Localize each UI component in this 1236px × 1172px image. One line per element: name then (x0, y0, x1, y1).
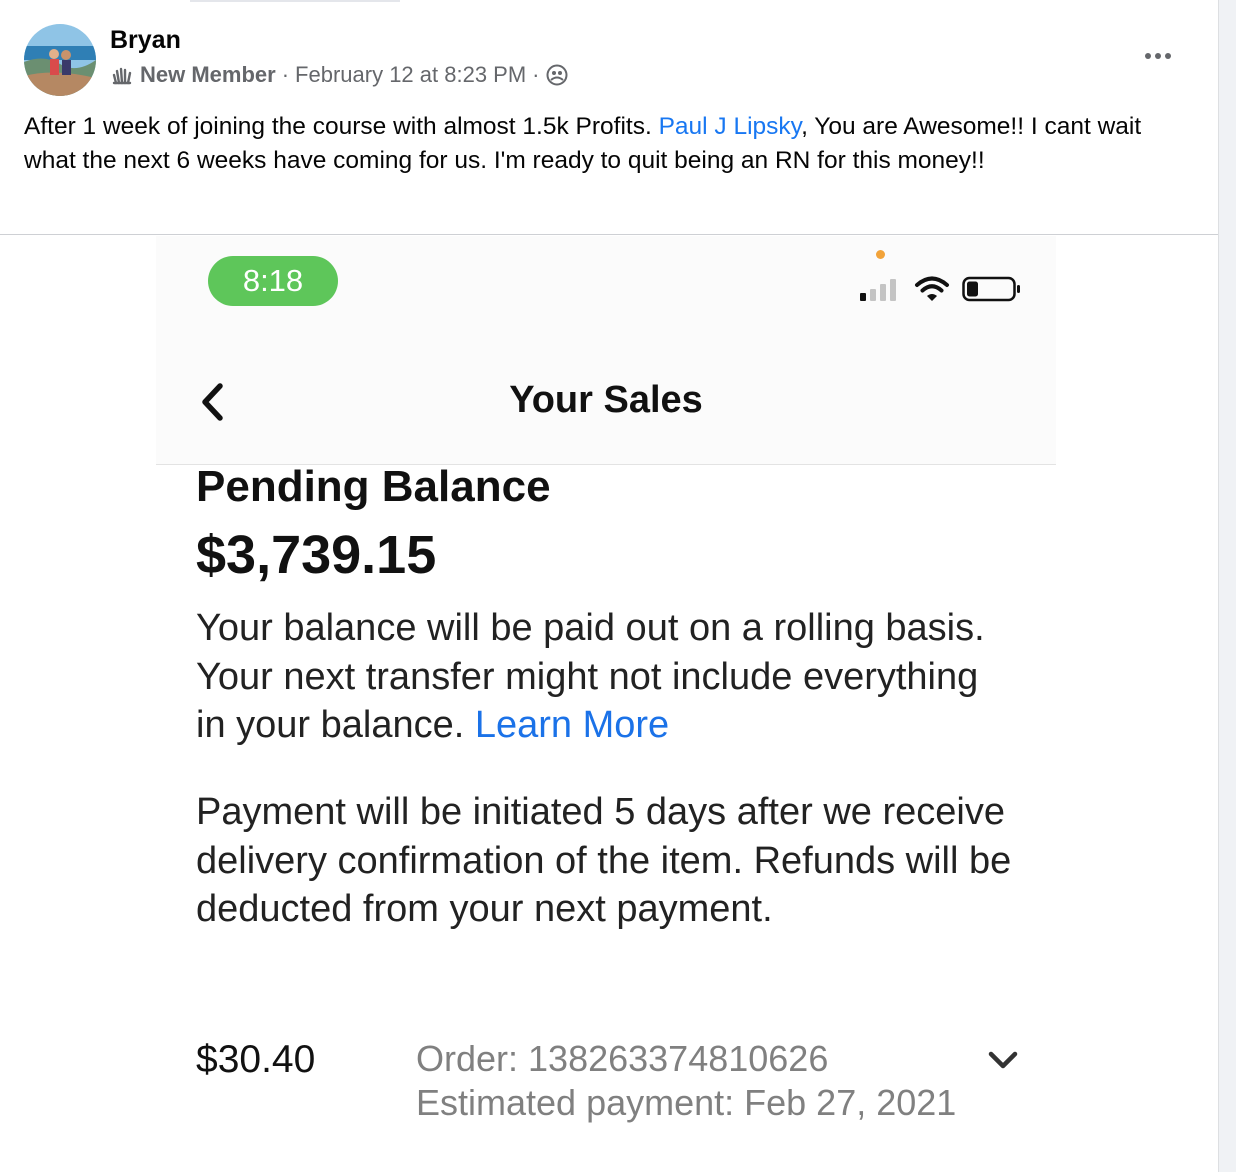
meta-separator: · (532, 62, 540, 87)
member-badge[interactable]: New Member (110, 62, 276, 88)
sale-amount: $30.40 (196, 1038, 316, 1081)
group-audience-icon[interactable] (546, 64, 568, 86)
estimated-payment: Estimated payment: Feb 27, 2021 (416, 1082, 957, 1123)
learn-more-link[interactable]: Learn More (475, 704, 669, 746)
member-badge-label: New Member (140, 62, 276, 87)
wifi-icon (915, 276, 949, 301)
mention-link[interactable]: Paul J Lipsky (659, 113, 802, 140)
post-timestamp[interactable]: February 12 at 8:23 PM (295, 62, 526, 88)
content-divider (0, 234, 1218, 235)
status-time: 8:18 (208, 256, 338, 306)
post-card: Bryan New Member · February 12 at 8:23 P… (0, 0, 1219, 1172)
chevron-down-icon[interactable] (986, 1048, 1020, 1074)
payment-timing-text: Payment will be initiated 5 days after w… (196, 791, 1012, 930)
meta-separator: · (281, 62, 290, 87)
wave-hand-icon (112, 67, 132, 85)
cellular-signal-icon (860, 279, 896, 301)
more-options-icon[interactable] (1140, 42, 1176, 70)
post-text-part: After 1 week of joining the course with … (24, 113, 659, 140)
top-divider (190, 0, 400, 2)
author-name[interactable]: Bryan (110, 26, 181, 55)
payout-info-text: Your balance will be paid out on a rolli… (196, 604, 1016, 750)
screen-title: Your Sales (509, 379, 703, 421)
post-meta: New Member · February 12 at 8:23 PM · (110, 62, 568, 88)
privacy-indicator-icon (876, 250, 885, 259)
attached-screenshot[interactable]: 8:18 Your Sales Pending Balance $3,739.1… (156, 236, 1056, 1172)
pending-balance-amount: $3,739.15 (196, 525, 437, 585)
pending-balance-label: Pending Balance (196, 462, 551, 511)
phone-header: 8:18 Your Sales (156, 236, 1056, 464)
avatar[interactable] (24, 24, 96, 96)
post-text: After 1 week of joining the course with … (24, 110, 1199, 178)
battery-icon (962, 276, 1020, 302)
order-number: Order: 138263374810626 (416, 1038, 829, 1079)
